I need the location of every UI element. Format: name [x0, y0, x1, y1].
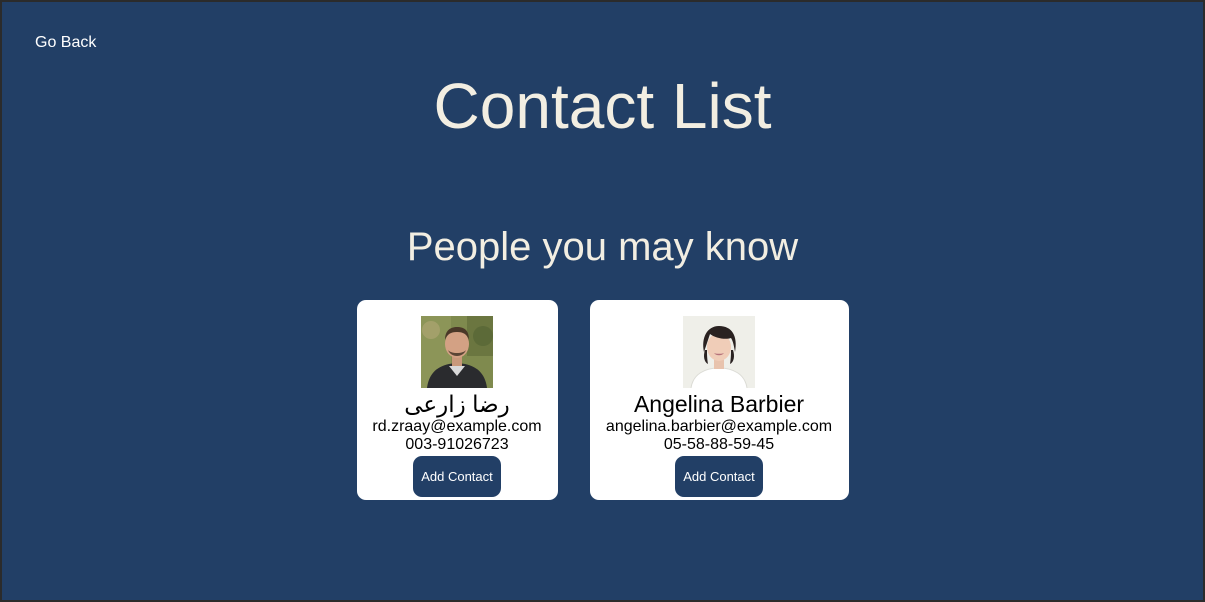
contact-email: angelina.barbier@example.com — [605, 418, 833, 435]
contact-phone: 003-91026723 — [405, 436, 509, 453]
section-title-people-you-may-know: People you may know — [406, 225, 799, 269]
contact-card: رضا زارعی rd.zraay@example.com 003-91026… — [356, 300, 558, 500]
page-title: Contact List — [433, 70, 772, 142]
go-back-link[interactable]: Go Back — [35, 34, 96, 52]
contact-name: Angelina Barbier — [633, 391, 805, 417]
contact-phone: 05-58-88-59-45 — [663, 436, 775, 453]
contact-cards: رضا زارعی rd.zraay@example.com 003-91026… — [2, 300, 1203, 500]
add-contact-button[interactable]: Add Contact — [413, 456, 501, 497]
avatar — [421, 316, 493, 388]
add-contact-button[interactable]: Add Contact — [675, 456, 763, 497]
contact-card: Angelina Barbier angelina.barbier@exampl… — [589, 300, 849, 500]
contact-email: rd.zraay@example.com — [372, 418, 542, 435]
avatar — [683, 316, 755, 388]
contact-name: رضا زارعی — [404, 391, 510, 417]
